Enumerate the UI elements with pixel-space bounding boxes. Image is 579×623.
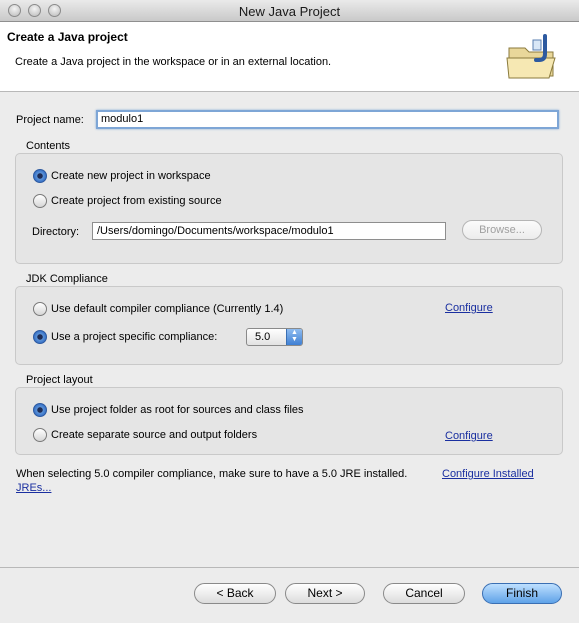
cancel-button[interactable]: Cancel bbox=[383, 583, 465, 604]
layout-configure-link[interactable]: Configure bbox=[445, 430, 493, 442]
back-button[interactable]: < Back bbox=[194, 583, 276, 604]
window-title: New Java Project bbox=[238, 4, 341, 19]
next-button[interactable]: Next > bbox=[285, 583, 365, 604]
select-arrows-icon: ▲ ▼ bbox=[286, 329, 302, 345]
project-name-label: Project name: bbox=[16, 114, 84, 126]
create-from-source-label[interactable]: Create project from existing source bbox=[51, 195, 222, 207]
jdk-compliance-group bbox=[15, 286, 563, 365]
create-from-source-radio[interactable] bbox=[33, 194, 47, 208]
jdk-configure-link[interactable]: Configure bbox=[445, 302, 493, 314]
configure-jres-link-line1[interactable]: Configure Installed bbox=[442, 468, 534, 480]
create-new-project-radio[interactable] bbox=[33, 169, 47, 183]
wizard-banner: Create a Java project Create a Java proj… bbox=[0, 22, 579, 92]
project-layout-group bbox=[15, 387, 563, 455]
directory-label: Directory: bbox=[32, 226, 80, 238]
banner-title: Create a Java project bbox=[7, 30, 128, 44]
banner-description: Create a Java project in the workspace o… bbox=[15, 56, 332, 68]
java-project-folder-icon bbox=[506, 34, 556, 79]
compliance-level-value: 5.0 bbox=[255, 331, 271, 343]
separate-folders-label[interactable]: Create separate source and output folder… bbox=[51, 429, 257, 441]
specific-compliance-radio[interactable] bbox=[33, 330, 47, 344]
project-folder-root-radio[interactable] bbox=[33, 403, 47, 417]
configure-jres-link-line2[interactable]: JREs... bbox=[16, 482, 51, 494]
directory-input[interactable]: /Users/domingo/Documents/workspace/modul… bbox=[92, 222, 446, 240]
project-folder-root-label[interactable]: Use project folder as root for sources a… bbox=[51, 404, 304, 416]
button-bar-separator bbox=[0, 567, 579, 568]
contents-group-title: Contents bbox=[26, 140, 71, 152]
project-layout-group-title: Project layout bbox=[26, 374, 93, 386]
separate-folders-radio[interactable] bbox=[33, 428, 47, 442]
default-compliance-radio[interactable] bbox=[33, 302, 47, 316]
specific-compliance-label[interactable]: Use a project specific compliance: bbox=[51, 331, 217, 343]
compliance-note: When selecting 5.0 compiler compliance, … bbox=[16, 468, 408, 480]
project-name-input[interactable]: modulo1 bbox=[96, 110, 559, 129]
browse-button[interactable]: Browse... bbox=[462, 220, 542, 240]
compliance-level-select[interactable]: 5.0 ▲ ▼ bbox=[246, 328, 303, 346]
window-titlebar: New Java Project bbox=[0, 0, 579, 22]
finish-button[interactable]: Finish bbox=[482, 583, 562, 604]
create-new-project-label[interactable]: Create new project in workspace bbox=[51, 170, 211, 182]
default-compliance-label[interactable]: Use default compiler compliance (Current… bbox=[51, 303, 283, 315]
jdk-compliance-group-title: JDK Compliance bbox=[26, 273, 108, 285]
